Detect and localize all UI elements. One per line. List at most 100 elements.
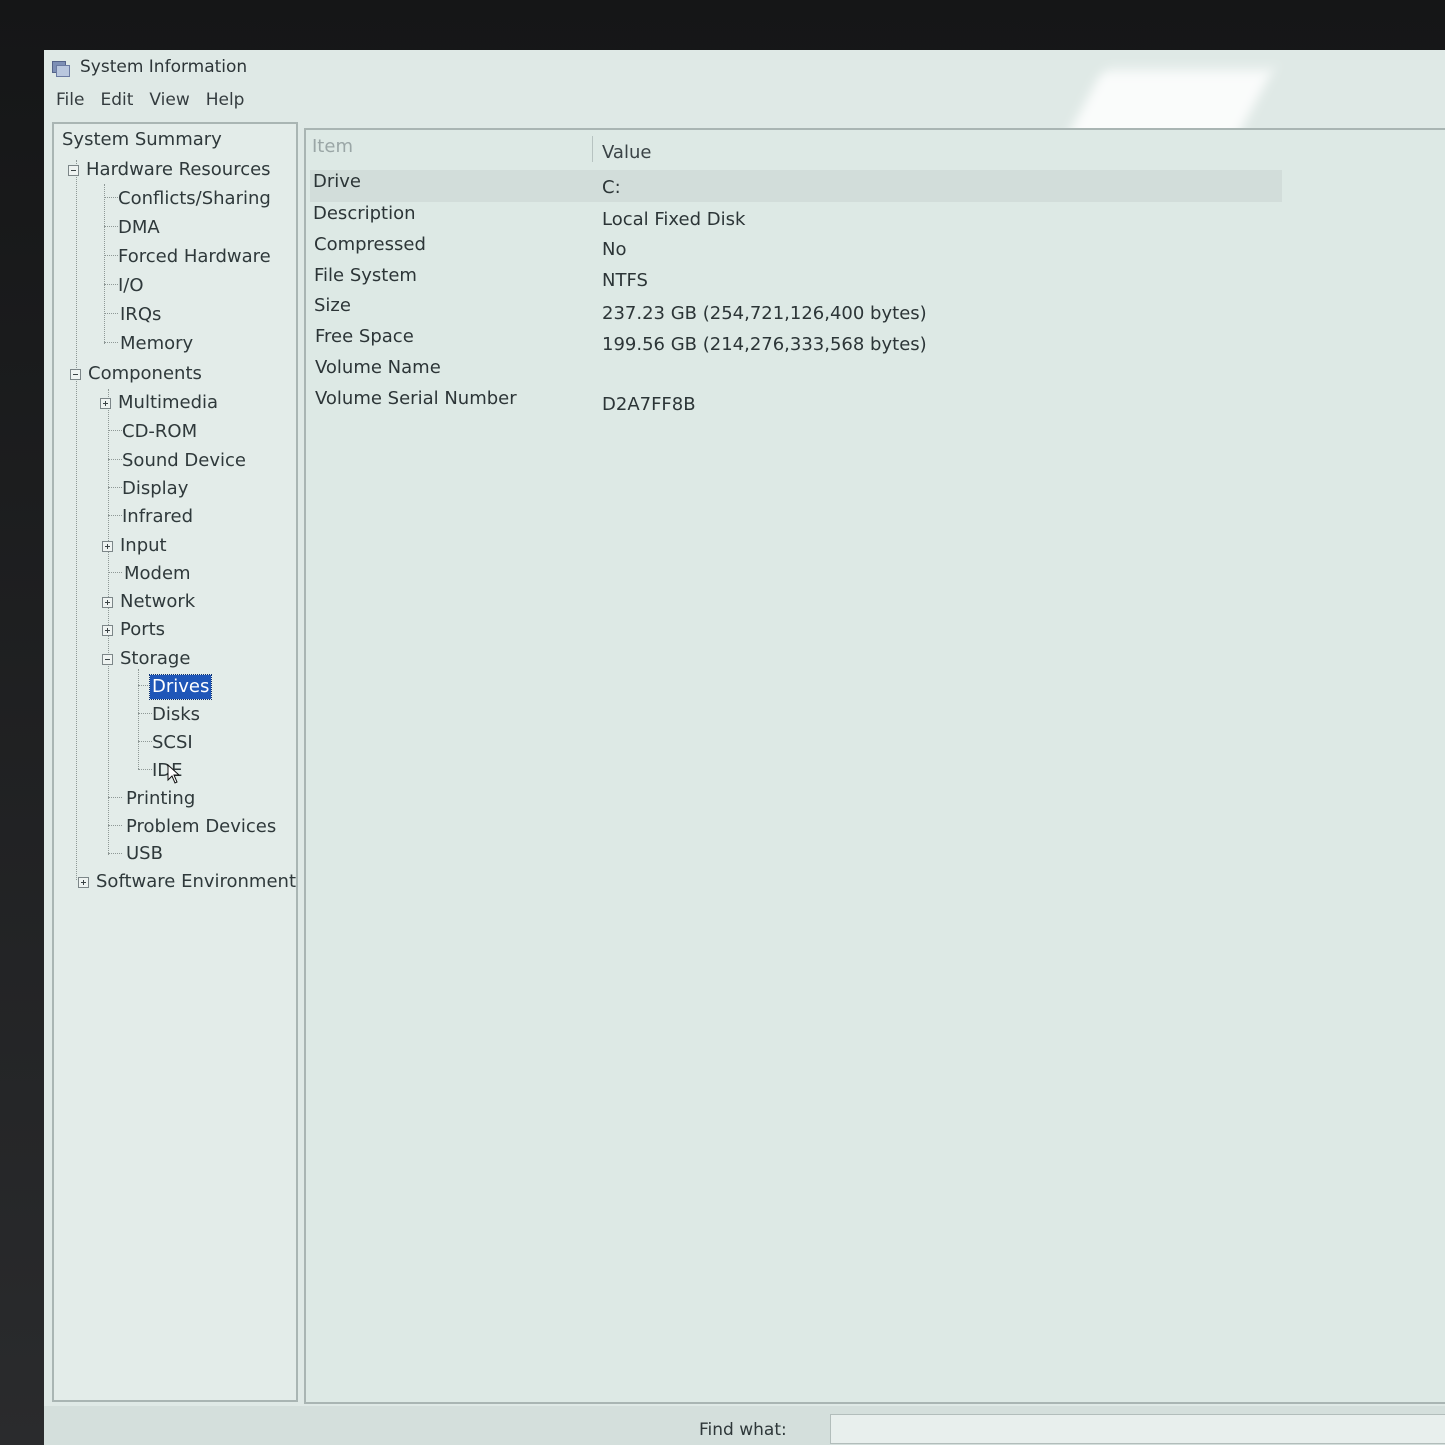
tree-connector [104, 184, 105, 344]
tree-item-scsi[interactable]: SCSI [152, 731, 193, 755]
tree-item-system-summary[interactable]: System Summary [62, 128, 222, 152]
window-title: System Information [80, 57, 248, 77]
tree-item-modem[interactable]: Modem [124, 562, 191, 586]
tree-connector [108, 853, 122, 854]
tree-item-dma[interactable]: DMA [118, 216, 160, 240]
tree-item-label: Network [120, 591, 196, 612]
tree-connector [108, 515, 122, 516]
row-item: Drive [313, 171, 361, 192]
minus-box-icon[interactable] [102, 653, 113, 665]
find-input[interactable] [830, 1414, 1445, 1444]
tree-connector [104, 342, 118, 343]
plus-box-icon[interactable] [102, 596, 113, 608]
tree-item-label: Hardware Resources [86, 159, 271, 180]
tree-connector [104, 226, 118, 227]
tree-connector [108, 459, 122, 460]
tree-connector [108, 825, 122, 826]
mouse-pointer-icon [167, 764, 181, 784]
tree-connector [108, 487, 122, 488]
tree-item-io[interactable]: I/O [118, 274, 144, 298]
tree-connector [108, 797, 122, 798]
tree-connector [138, 741, 152, 742]
tree-connector [138, 669, 139, 769]
column-header-value[interactable]: Value [602, 142, 651, 163]
tree-connector [138, 713, 152, 714]
selected-row-highlight [310, 170, 1282, 202]
tree-item-usb[interactable]: USB [126, 842, 163, 866]
tree-item-memory[interactable]: Memory [120, 332, 193, 356]
column-separator[interactable] [592, 136, 593, 162]
tree-item-printing[interactable]: Printing [126, 787, 195, 811]
tree-item-label: Storage [120, 648, 191, 669]
row-item: Size [314, 295, 351, 316]
row-item: File System [314, 265, 417, 286]
title-bar[interactable]: System Information [44, 50, 1445, 84]
tree-item-label: Conflicts/Sharing [118, 188, 271, 209]
tree-item-multimedia[interactable]: Multimedia [100, 391, 218, 415]
tree-item-label: Problem Devices [126, 816, 277, 837]
tree-item-hardware-resources[interactable]: Hardware Resources [68, 158, 271, 182]
row-item: Free Space [315, 326, 414, 347]
tree-item-label: Components [88, 363, 202, 384]
tree-connector [104, 313, 118, 314]
row-value: Local Fixed Disk [602, 209, 746, 230]
tree-item-irqs[interactable]: IRQs [120, 303, 161, 327]
tree-item-label: Ports [120, 619, 166, 640]
tree-item-label: Memory [120, 333, 194, 354]
tree-item-label: Sound Device [122, 450, 246, 471]
tree-item-forced-hardware[interactable]: Forced Hardware [118, 245, 271, 269]
tree-item-label: Software Environment [96, 871, 297, 892]
menu-edit[interactable]: Edit [94, 86, 143, 114]
tree-item-drives[interactable]: Drives [148, 674, 213, 700]
tree-item-software-environment[interactable]: Software Environment [78, 870, 296, 894]
column-header-item[interactable]: Item [312, 136, 353, 157]
menu-help[interactable]: Help [200, 86, 255, 114]
minus-box-icon[interactable] [68, 164, 79, 176]
tree-connector [138, 769, 152, 770]
category-tree[interactable]: System Summary Hardware Resources Confli… [52, 122, 298, 1402]
details-list[interactable]: Item Value Drive C: Description Local Fi… [304, 128, 1445, 1404]
tree-item-label: Modem [124, 563, 191, 584]
tree-connector [104, 255, 118, 256]
plus-box-icon[interactable] [102, 540, 113, 552]
row-item: Description [313, 203, 416, 224]
tree-item-network[interactable]: Network [102, 590, 195, 614]
tree-item-label-selected: Drives [148, 674, 213, 700]
tree-connector [104, 284, 118, 285]
tree-item-storage[interactable]: Storage [102, 647, 190, 671]
menu-view[interactable]: View [143, 86, 199, 114]
tree-item-sound-device[interactable]: Sound Device [122, 449, 246, 473]
tree-item-ports[interactable]: Ports [102, 618, 165, 642]
tree-item-input[interactable]: Input [102, 534, 167, 558]
tree-item-infrared[interactable]: Infrared [122, 505, 193, 529]
tree-item-label: Input [120, 535, 167, 556]
plus-box-icon[interactable] [78, 876, 89, 888]
minus-box-icon[interactable] [70, 368, 81, 380]
tree-item-disks[interactable]: Disks [152, 703, 200, 727]
tree-item-label: DMA [118, 217, 160, 238]
system-information-icon [52, 59, 70, 77]
tree-item-problem-devices[interactable]: Problem Devices [126, 815, 276, 839]
find-bar: Find what: [44, 1406, 1445, 1445]
row-value: C: [602, 177, 621, 198]
plus-box-icon[interactable] [102, 624, 113, 636]
tree-item-label: Infrared [122, 506, 193, 527]
row-value: D2A7FF8B [602, 394, 696, 415]
tree-item-label: I/O [118, 275, 144, 296]
plus-box-icon[interactable] [100, 397, 111, 409]
row-item: Compressed [314, 234, 426, 255]
tree-item-display[interactable]: Display [122, 477, 188, 501]
tree-item-cd-rom[interactable]: CD-ROM [122, 420, 197, 444]
tree-item-conflicts-sharing[interactable]: Conflicts/Sharing [118, 187, 271, 211]
row-value: 199.56 GB (214,276,333,568 bytes) [602, 334, 927, 355]
tree-item-components[interactable]: Components [70, 362, 202, 386]
row-item: Volume Serial Number [315, 388, 517, 409]
tree-item-label: System Summary [62, 129, 222, 150]
tree-item-label: SCSI [152, 732, 193, 753]
tree-connector [104, 197, 118, 198]
tree-connector [76, 160, 77, 880]
menu-file[interactable]: File [50, 86, 94, 114]
tree-item-label: USB [126, 843, 163, 864]
tree-item-label: Multimedia [118, 392, 219, 413]
tree-item-label: Printing [126, 788, 196, 809]
